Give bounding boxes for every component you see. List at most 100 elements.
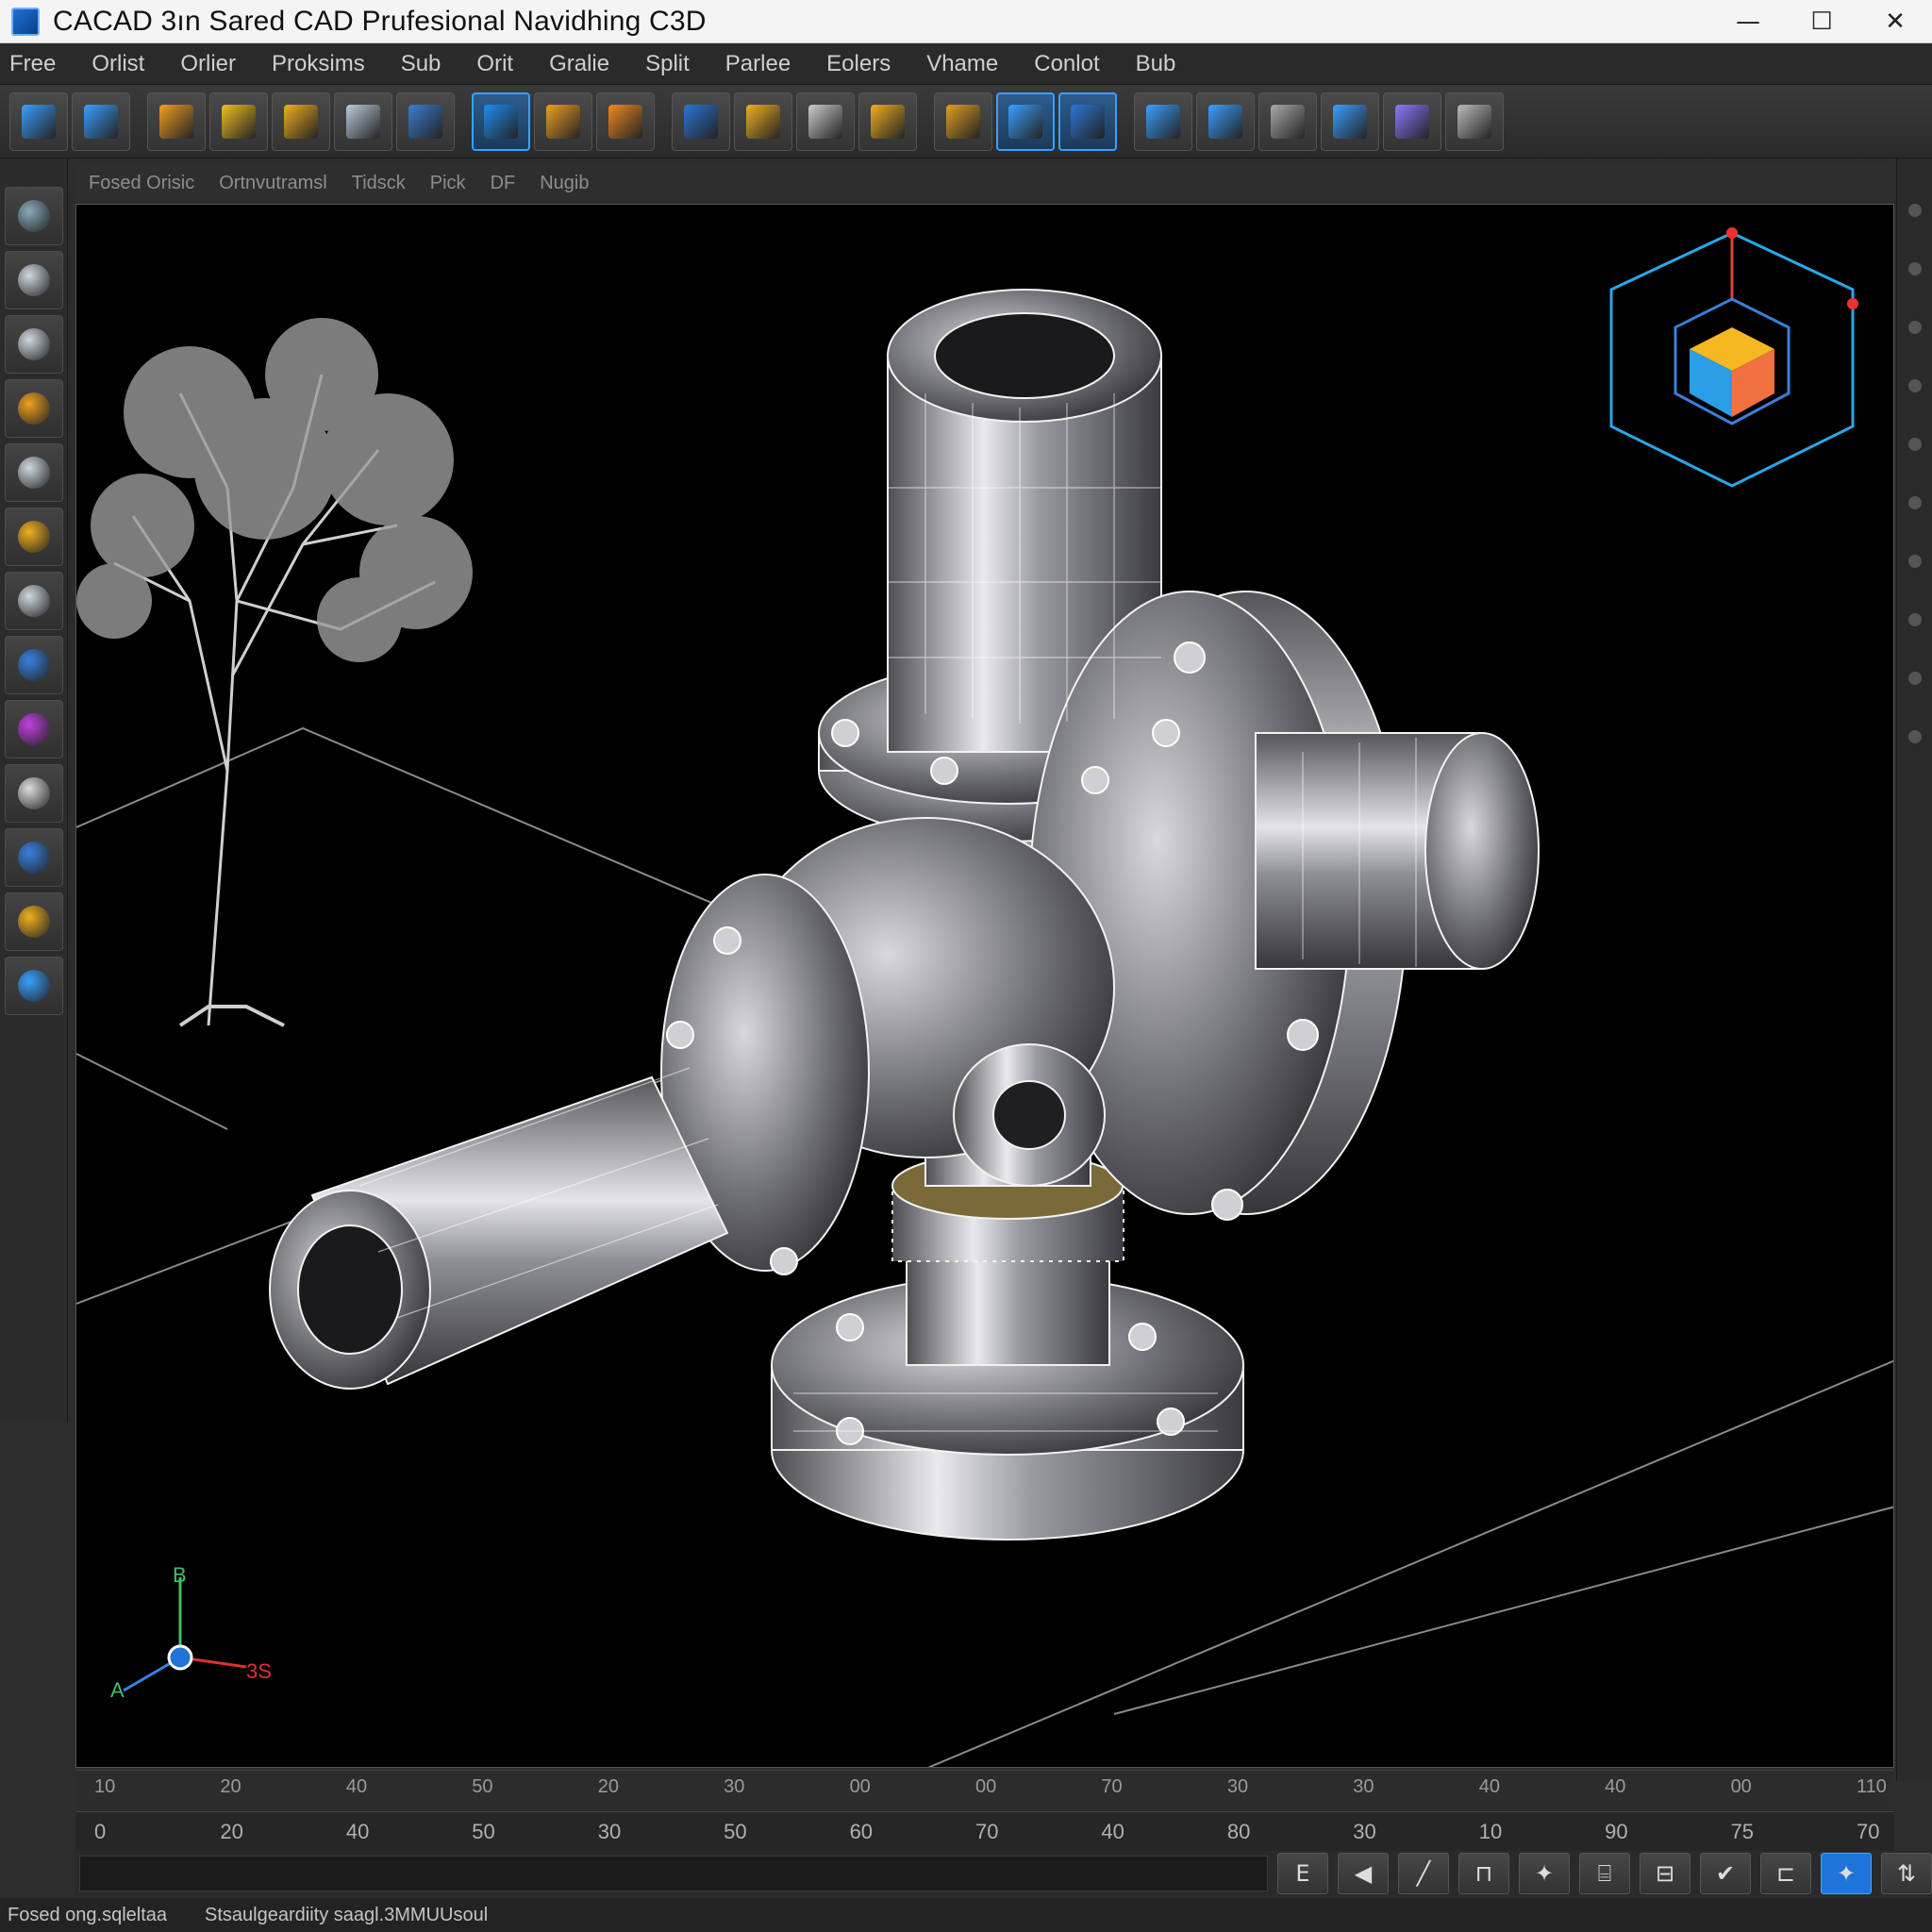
menu-item-orlist[interactable]: Orlist — [92, 51, 144, 77]
panel-toggle-icon[interactable] — [1907, 496, 1922, 509]
close-button[interactable]: ✕ — [1858, 0, 1932, 43]
toolbar-orbit-button[interactable] — [596, 92, 655, 151]
toolbar-paint-button[interactable] — [272, 92, 330, 151]
toolbar-layout-button[interactable] — [472, 92, 530, 151]
panel-toggle-icon[interactable] — [1907, 672, 1922, 685]
viewport-tab[interactable]: Pick — [430, 173, 466, 194]
wing-icon — [1146, 104, 1180, 139]
3d-viewport[interactable]: B 3S A — [75, 204, 1894, 1768]
menu-item-parlee[interactable]: Parlee — [725, 51, 791, 77]
left-tool-check-button[interactable] — [5, 508, 63, 566]
bottom-ruler[interactable]: 0 20 40 50 30 50 60 70 40 80 30 10 90 75 70 — [75, 1811, 1894, 1853]
menu-item-proksims[interactable]: Proksims — [272, 51, 365, 77]
menu-item-sub[interactable]: Sub — [401, 51, 441, 77]
toolbar-pick-button[interactable] — [72, 92, 130, 151]
command-input[interactable] — [79, 1856, 1268, 1891]
toolbar-fish-button[interactable] — [1196, 92, 1255, 151]
menu-item-eolers[interactable]: Eolers — [826, 51, 891, 77]
toolbar-shape-button[interactable] — [672, 92, 730, 151]
ruler-tick-label: 30 — [1226, 1776, 1249, 1797]
command-button[interactable]: ✦ — [1519, 1853, 1570, 1894]
left-tool-hook-button[interactable] — [5, 251, 63, 309]
command-button[interactable]: ◀ — [1338, 1853, 1389, 1894]
left-tool-cube-select-button[interactable] — [5, 572, 63, 630]
panel-toggle-icon[interactable] — [1907, 730, 1922, 743]
menu-item-conlot[interactable]: Conlot — [1034, 51, 1099, 77]
left-tool-sphere-button[interactable] — [5, 764, 63, 823]
viewport-tab[interactable]: Fosed Orisic — [89, 173, 194, 194]
left-tool-tape-button[interactable] — [5, 957, 63, 1015]
panel-pin-icon[interactable] — [1907, 204, 1922, 217]
viewport-tab[interactable]: Ortnvutramsl — [219, 173, 326, 194]
cad-application: CACAD 3ın Sared CAD Prufesional Navidhin… — [0, 0, 1932, 1932]
left-tool-eraser-button[interactable] — [5, 379, 63, 438]
viewport-tab[interactable]: Nugib — [540, 173, 589, 194]
toolbar-cube-button[interactable] — [996, 92, 1055, 151]
left-tool-brush-button[interactable] — [5, 700, 63, 758]
command-button[interactable]: ⌸ — [1579, 1853, 1630, 1894]
toolbar-gear-button[interactable] — [1445, 92, 1504, 151]
left-tool-compass-button[interactable] — [5, 636, 63, 694]
panel-toggle-icon[interactable] — [1907, 379, 1922, 392]
ruler-tick-label: 60 — [849, 1820, 874, 1843]
command-button[interactable]: ✦ — [1821, 1853, 1872, 1894]
left-tool-check-curve-button[interactable] — [5, 315, 63, 374]
toolbar-monitor-button[interactable] — [1321, 92, 1379, 151]
pick-icon — [84, 104, 118, 139]
menu-item-split[interactable]: Split — [645, 51, 690, 77]
viewport-tab[interactable]: DF — [491, 173, 516, 194]
panel-toggle-icon[interactable] — [1907, 555, 1922, 568]
toolbar-cloud-button[interactable] — [1258, 92, 1317, 151]
menu-item-bub[interactable]: Bub — [1136, 51, 1176, 77]
window-title: CACAD 3ın Sared CAD Prufesional Navidhin… — [53, 5, 707, 37]
toolbar-grid-button[interactable] — [1058, 92, 1117, 151]
command-button[interactable]: ⇅ — [1881, 1853, 1932, 1894]
top-ruler[interactable]: 10 20 40 50 20 30 00 00 70 30 30 40 40 00 110 — [75, 1770, 1894, 1811]
left-tool-frame-button[interactable] — [5, 892, 63, 951]
menu-item-vhame[interactable]: Vhame — [926, 51, 998, 77]
toolbar-move-button[interactable] — [147, 92, 206, 151]
toolbar-layers-button[interactable] — [734, 92, 792, 151]
ruler-tick-label: 30 — [597, 1820, 622, 1843]
viewport-header: Fosed Orisic Ortnvutramsl Tidsck Pick DF… — [75, 164, 1894, 202]
viewport-tab[interactable]: Tidsck — [352, 173, 406, 194]
panel-toggle-icon[interactable] — [1907, 613, 1922, 626]
menu-item-orit[interactable]: Orit — [476, 51, 513, 77]
command-button[interactable]: ⊓ — [1458, 1853, 1509, 1894]
minimize-button[interactable]: — — [1711, 0, 1785, 43]
left-tool-gear-button[interactable] — [5, 187, 63, 245]
command-button[interactable]: ⊏ — [1760, 1853, 1811, 1894]
toolbar-wing-button[interactable] — [1134, 92, 1192, 151]
menu-item-free[interactable]: Free — [9, 51, 56, 77]
ruler-tick-label: 110 — [1857, 1776, 1887, 1797]
command-button[interactable]: ✔ — [1700, 1853, 1751, 1894]
toolbar-hat-button[interactable] — [934, 92, 992, 151]
left-tool-lasso-button[interactable] — [5, 443, 63, 502]
command-button[interactable]: ⊟ — [1640, 1853, 1690, 1894]
toolbar-select-button[interactable] — [9, 92, 68, 151]
panel-toggle-icon[interactable] — [1907, 321, 1922, 334]
menu-item-gralie[interactable]: Gralie — [549, 51, 609, 77]
toolbar-diamond-button[interactable] — [534, 92, 592, 151]
toolbar-chart-button[interactable] — [858, 92, 917, 151]
panel-toggle-icon[interactable] — [1907, 438, 1922, 451]
command-button[interactable]: E — [1277, 1853, 1328, 1894]
ruler-tick-label: 40 — [345, 1820, 370, 1843]
command-button[interactable]: ╱ — [1398, 1853, 1449, 1894]
ruler-tick-label: 80 — [1226, 1820, 1251, 1843]
toolbar-hammer-button[interactable] — [334, 92, 392, 151]
toolbar-panel-button[interactable] — [396, 92, 455, 151]
shape-icon — [684, 104, 718, 139]
menu-item-orlier[interactable]: Orlier — [180, 51, 236, 77]
left-tool-bucket-button[interactable] — [5, 828, 63, 887]
toolbar-snowflake-button[interactable] — [1383, 92, 1441, 151]
panel-toggle-icon[interactable] — [1907, 262, 1922, 275]
ruler-tick-label: 70 — [1857, 1820, 1880, 1843]
ruler-tick-label: 20 — [220, 1820, 243, 1843]
toolbar-download-button[interactable] — [796, 92, 855, 151]
app-logo-icon — [11, 7, 40, 36]
compass-icon — [18, 649, 50, 681]
maximize-button[interactable]: ☐ — [1785, 0, 1858, 43]
toolbar-pencil-button[interactable] — [209, 92, 268, 151]
ruler-tick-label: 40 — [1478, 1776, 1500, 1797]
